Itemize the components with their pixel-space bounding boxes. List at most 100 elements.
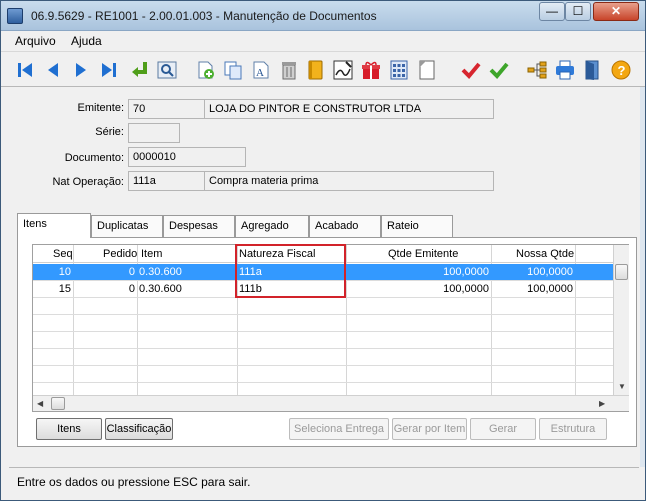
previous-record-button[interactable] [41, 57, 65, 83]
gift-button[interactable] [359, 57, 383, 83]
column-nossa-qtde[interactable]: Nossa Qtde [516, 248, 574, 260]
last-icon [102, 63, 116, 77]
goto-icon [132, 62, 147, 77]
tab-rateio[interactable]: Rateio [381, 215, 453, 237]
window-scroll-edge [640, 87, 645, 467]
toolbar: A ? [1, 51, 645, 87]
scroll-right-arrow-icon[interactable]: ▶ [599, 399, 605, 408]
confirm-icon [461, 62, 481, 79]
gerar-por-item-button[interactable]: Gerar por Item [392, 418, 467, 440]
close-button[interactable]: ✕ [593, 2, 639, 21]
cell-nossa-qtde: 100,0000 [527, 283, 573, 295]
column-seq[interactable]: Seq [53, 248, 73, 260]
tab-strip: Itens Duplicatas Despesas Agregado Acaba… [17, 213, 637, 238]
tab-acabado[interactable]: Acabado [309, 215, 381, 237]
help-icon: ? [611, 60, 631, 80]
documento-label: Documento: [64, 152, 124, 164]
serie-label: Série: [95, 126, 124, 138]
delete-icon [282, 62, 296, 80]
cell-pedido: 0 [128, 283, 135, 295]
column-qtde-emitente[interactable]: Qtde Emitente [388, 248, 458, 260]
app-icon [7, 8, 23, 24]
tab-agregado[interactable]: Agregado [235, 215, 309, 237]
book-icon [308, 60, 323, 80]
menu-bar: Arquivo Ajuda [1, 31, 645, 51]
itens-button[interactable]: Itens [36, 418, 102, 440]
documento-field[interactable]: 0000010 [128, 147, 246, 167]
tree-button[interactable] [525, 57, 549, 83]
table-row[interactable] [33, 366, 613, 383]
horizontal-scrollbar[interactable]: ◀ ▶ [33, 395, 629, 411]
cell-seq: 10 [58, 266, 71, 278]
exit-button[interactable] [581, 57, 605, 83]
next-record-button[interactable] [69, 57, 93, 83]
scroll-left-arrow-icon[interactable]: ◀ [37, 399, 43, 408]
signature-button[interactable] [331, 57, 355, 83]
status-bar: Entre os dados ou pressione ESC para sai… [9, 467, 639, 495]
vertical-scroll-thumb[interactable] [615, 264, 628, 280]
cell-qtde-emitente: 100,0000 [443, 266, 489, 278]
cell-nossa-qtde: 100,0000 [527, 266, 573, 278]
next-icon [76, 63, 86, 77]
table-row[interactable] [33, 315, 613, 332]
table-row[interactable] [33, 349, 613, 366]
gift-icon [362, 61, 380, 79]
confirm-button[interactable] [459, 57, 483, 83]
nat-operacao-code-field[interactable]: 111a [128, 171, 208, 191]
vertical-scrollbar[interactable]: ▼ [613, 245, 629, 395]
table-row[interactable] [33, 332, 613, 349]
edit-icon: A [253, 61, 269, 79]
confirm-all-button[interactable] [487, 57, 511, 83]
svg-text:?: ? [618, 63, 626, 78]
serie-field[interactable] [128, 123, 180, 143]
emitente-label: Emitente: [77, 102, 124, 114]
minimize-button[interactable]: — [539, 2, 565, 21]
nat-operacao-label: Nat Operação: [52, 176, 124, 188]
calculator-button[interactable] [387, 57, 411, 83]
estrutura-button[interactable]: Estrutura [539, 418, 607, 440]
nat-operacao-desc-field: Compra materia prima [204, 171, 494, 191]
new-icon [198, 61, 214, 79]
title-bar[interactable]: 06.9.5629 - RE1001 - 2.00.01.003 - Manut… [1, 1, 645, 31]
maximize-button[interactable]: ☐ [565, 2, 591, 21]
natureza-fiscal-highlight [235, 244, 346, 298]
cell-qtde-emitente: 100,0000 [443, 283, 489, 295]
emitente-code-field[interactable]: 70 [128, 99, 208, 119]
menu-arquivo[interactable]: Arquivo [15, 34, 56, 48]
tab-itens[interactable]: Itens [17, 213, 91, 238]
previous-icon [48, 63, 58, 77]
menu-ajuda[interactable]: Ajuda [71, 34, 102, 48]
edit-button[interactable]: A [249, 57, 273, 83]
copy-button[interactable] [221, 57, 245, 83]
search-button[interactable] [155, 57, 179, 83]
copy-icon [224, 61, 242, 80]
svg-text:A: A [256, 67, 264, 79]
page-icon [419, 60, 435, 80]
search-icon [157, 61, 177, 79]
print-button[interactable] [553, 57, 577, 83]
cell-pedido: 0 [128, 266, 135, 278]
tab-despesas[interactable]: Despesas [163, 215, 235, 237]
delete-button[interactable] [277, 57, 301, 83]
page-button[interactable] [415, 57, 439, 83]
table-row[interactable] [33, 298, 613, 315]
column-item[interactable]: Item [141, 248, 162, 260]
goto-button[interactable] [127, 57, 151, 83]
confirm-all-icon [489, 62, 509, 79]
scroll-down-arrow-icon[interactable]: ▼ [618, 382, 626, 391]
last-record-button[interactable] [97, 57, 121, 83]
horizontal-scroll-thumb[interactable] [51, 397, 65, 410]
cell-seq: 15 [58, 283, 71, 295]
emitente-name-field: LOJA DO PINTOR E CONSTRUTOR LTDA [204, 99, 494, 119]
column-pedido[interactable]: Pedido [103, 248, 137, 260]
header-form: Emitente: 70 LOJA DO PINTOR E CONSTRUTOR… [9, 91, 639, 199]
classificacao-button[interactable]: Classificação [105, 418, 173, 440]
first-record-button[interactable] [13, 57, 37, 83]
tab-duplicatas[interactable]: Duplicatas [91, 215, 163, 237]
signature-icon [333, 60, 353, 80]
book-button[interactable] [303, 57, 327, 83]
new-button[interactable] [193, 57, 217, 83]
gerar-button[interactable]: Gerar [470, 418, 536, 440]
seleciona-entrega-button[interactable]: Seleciona Entrega [289, 418, 389, 440]
help-button[interactable]: ? [609, 57, 633, 83]
